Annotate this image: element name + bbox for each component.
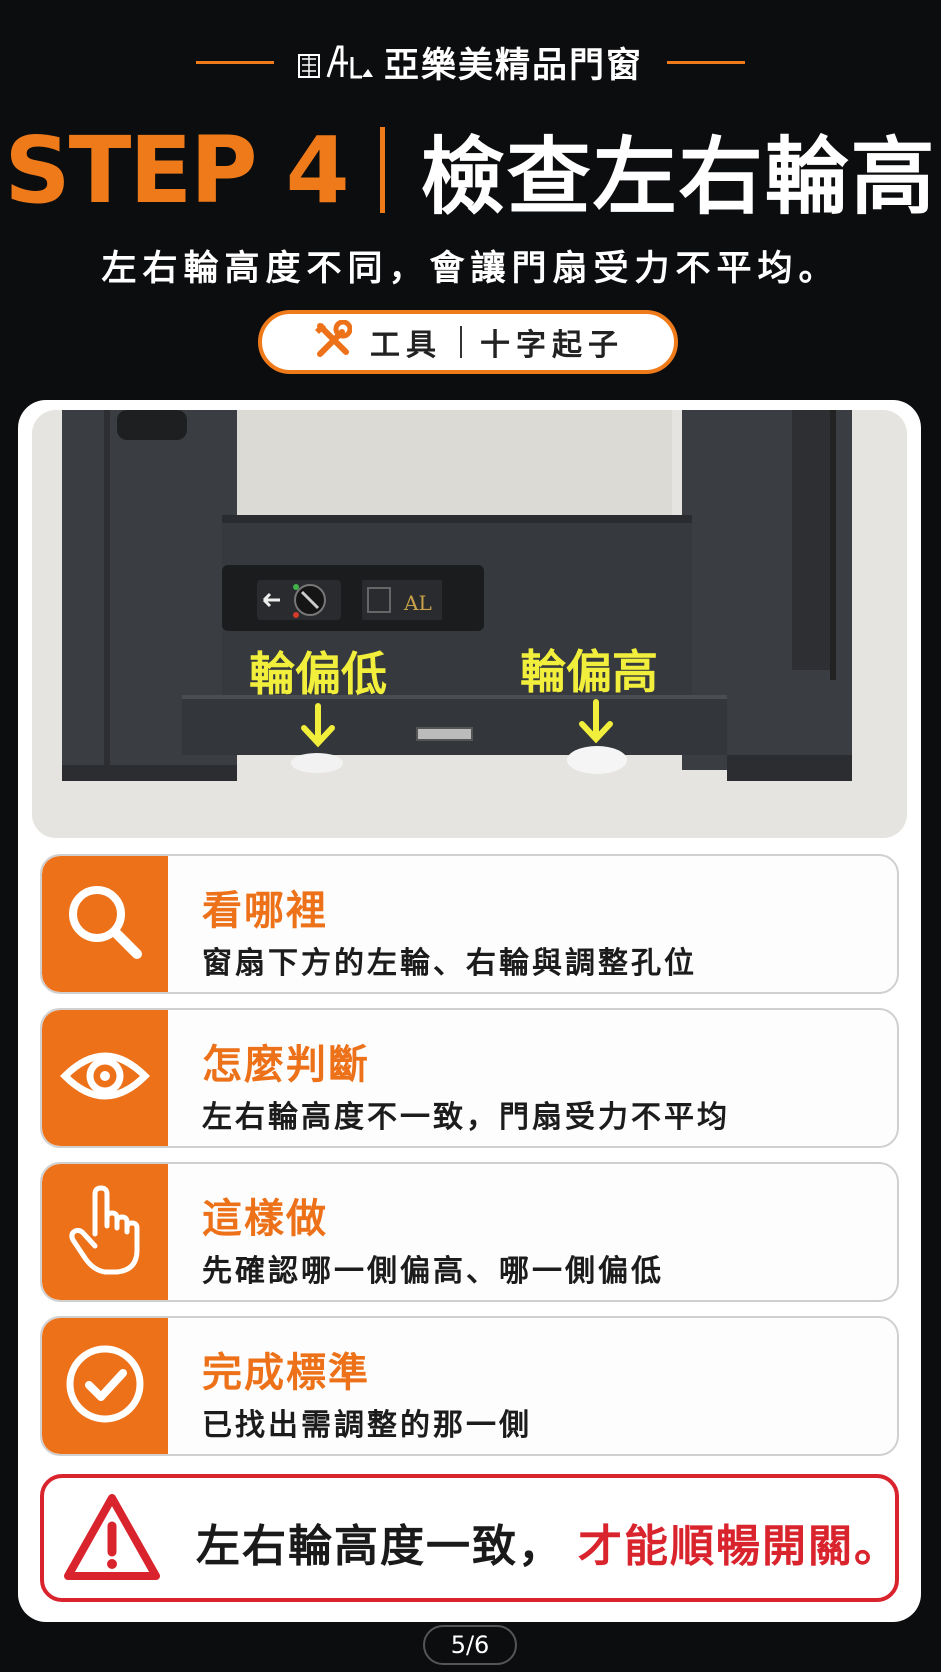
checklist-item-action: 這樣做 先確認哪一側偏高、哪一側偏低 xyxy=(40,1162,899,1302)
checklist-desc: 左右輪高度不一致，門扇受力不平均 xyxy=(202,1100,730,1135)
eye-icon xyxy=(60,1041,150,1115)
ala-logo-icon xyxy=(297,45,374,79)
warning-main: 左右輪高度一致， xyxy=(196,1521,564,1572)
step-heading: STEP 4 檢查左右輪高 xyxy=(0,117,941,226)
label-wheel-low: 輪偏低 xyxy=(249,647,387,701)
label-wheel-high: 輪偏高 xyxy=(520,645,658,699)
door-photo: AL 輪偏低 輪偏高 xyxy=(32,410,907,838)
checklist-title: 看哪裡 xyxy=(202,888,328,934)
step-title: 檢查左右輪高 xyxy=(420,127,937,226)
icon-box xyxy=(42,856,168,992)
step-separator xyxy=(379,127,385,213)
tool-label: 工具 xyxy=(370,328,442,363)
content-card: AL 輪偏低 輪偏高 看哪裡 窗扇下方的左輪、右輪與調整孔位 怎麼判斷 左右輪高… xyxy=(18,400,921,1622)
brand-header: 亞樂美精品門窗 xyxy=(0,42,941,86)
icon-box xyxy=(42,1318,168,1454)
tool-pill: 工具 十字起子 xyxy=(258,310,678,374)
door-bottom-illustration: AL 輪偏低 輪偏高 xyxy=(32,410,907,838)
warning-text: 左右輪高度一致， 才能順暢開關。 xyxy=(196,1510,900,1574)
checklist-item-where: 看哪裡 窗扇下方的左輪、右輪與調整孔位 xyxy=(40,854,899,994)
checklist-title: 完成標準 xyxy=(202,1350,370,1396)
warning-triangle-icon xyxy=(62,1490,162,1590)
icon-box xyxy=(42,1164,168,1300)
hand-pointer-icon xyxy=(65,1184,145,1280)
brand-box: 亞樂美精品門窗 xyxy=(297,37,643,88)
check-circle-icon xyxy=(63,1342,147,1430)
step-label: STEP 4 xyxy=(4,116,349,224)
brand-divider-left xyxy=(195,60,274,64)
brand-name: 亞樂美精品門窗 xyxy=(383,44,643,86)
tool-value: 十字起子 xyxy=(480,328,624,363)
tool-divider xyxy=(460,326,462,358)
step-subtitle: 左右輪高度不同，會讓門扇受力不平均。 xyxy=(101,249,840,289)
checklist-title: 怎麼判斷 xyxy=(202,1042,370,1088)
brand-divider-right xyxy=(667,60,745,64)
checklist-desc: 先確認哪一側偏高、哪一側偏低 xyxy=(202,1254,664,1289)
page-indicator: 5/6 xyxy=(423,1625,517,1665)
checklist-desc: 窗扇下方的左輪、右輪與調整孔位 xyxy=(202,946,697,981)
checklist-desc: 已找出需調整的那一側 xyxy=(202,1408,532,1443)
svg-text:AL: AL xyxy=(403,591,432,615)
magnifier-icon xyxy=(63,880,147,968)
checklist-item-done: 完成標準 已找出需調整的那一側 xyxy=(40,1316,899,1456)
checklist-title: 這樣做 xyxy=(202,1196,328,1242)
icon-box xyxy=(42,1010,168,1146)
warning-highlight: 才能順暢開關。 xyxy=(578,1521,900,1572)
warning-banner: 左右輪高度一致， 才能順暢開關。 xyxy=(40,1474,899,1602)
checklist-item-judge: 怎麼判斷 左右輪高度不一致，門扇受力不平均 xyxy=(40,1008,899,1148)
tools-icon xyxy=(312,319,353,364)
